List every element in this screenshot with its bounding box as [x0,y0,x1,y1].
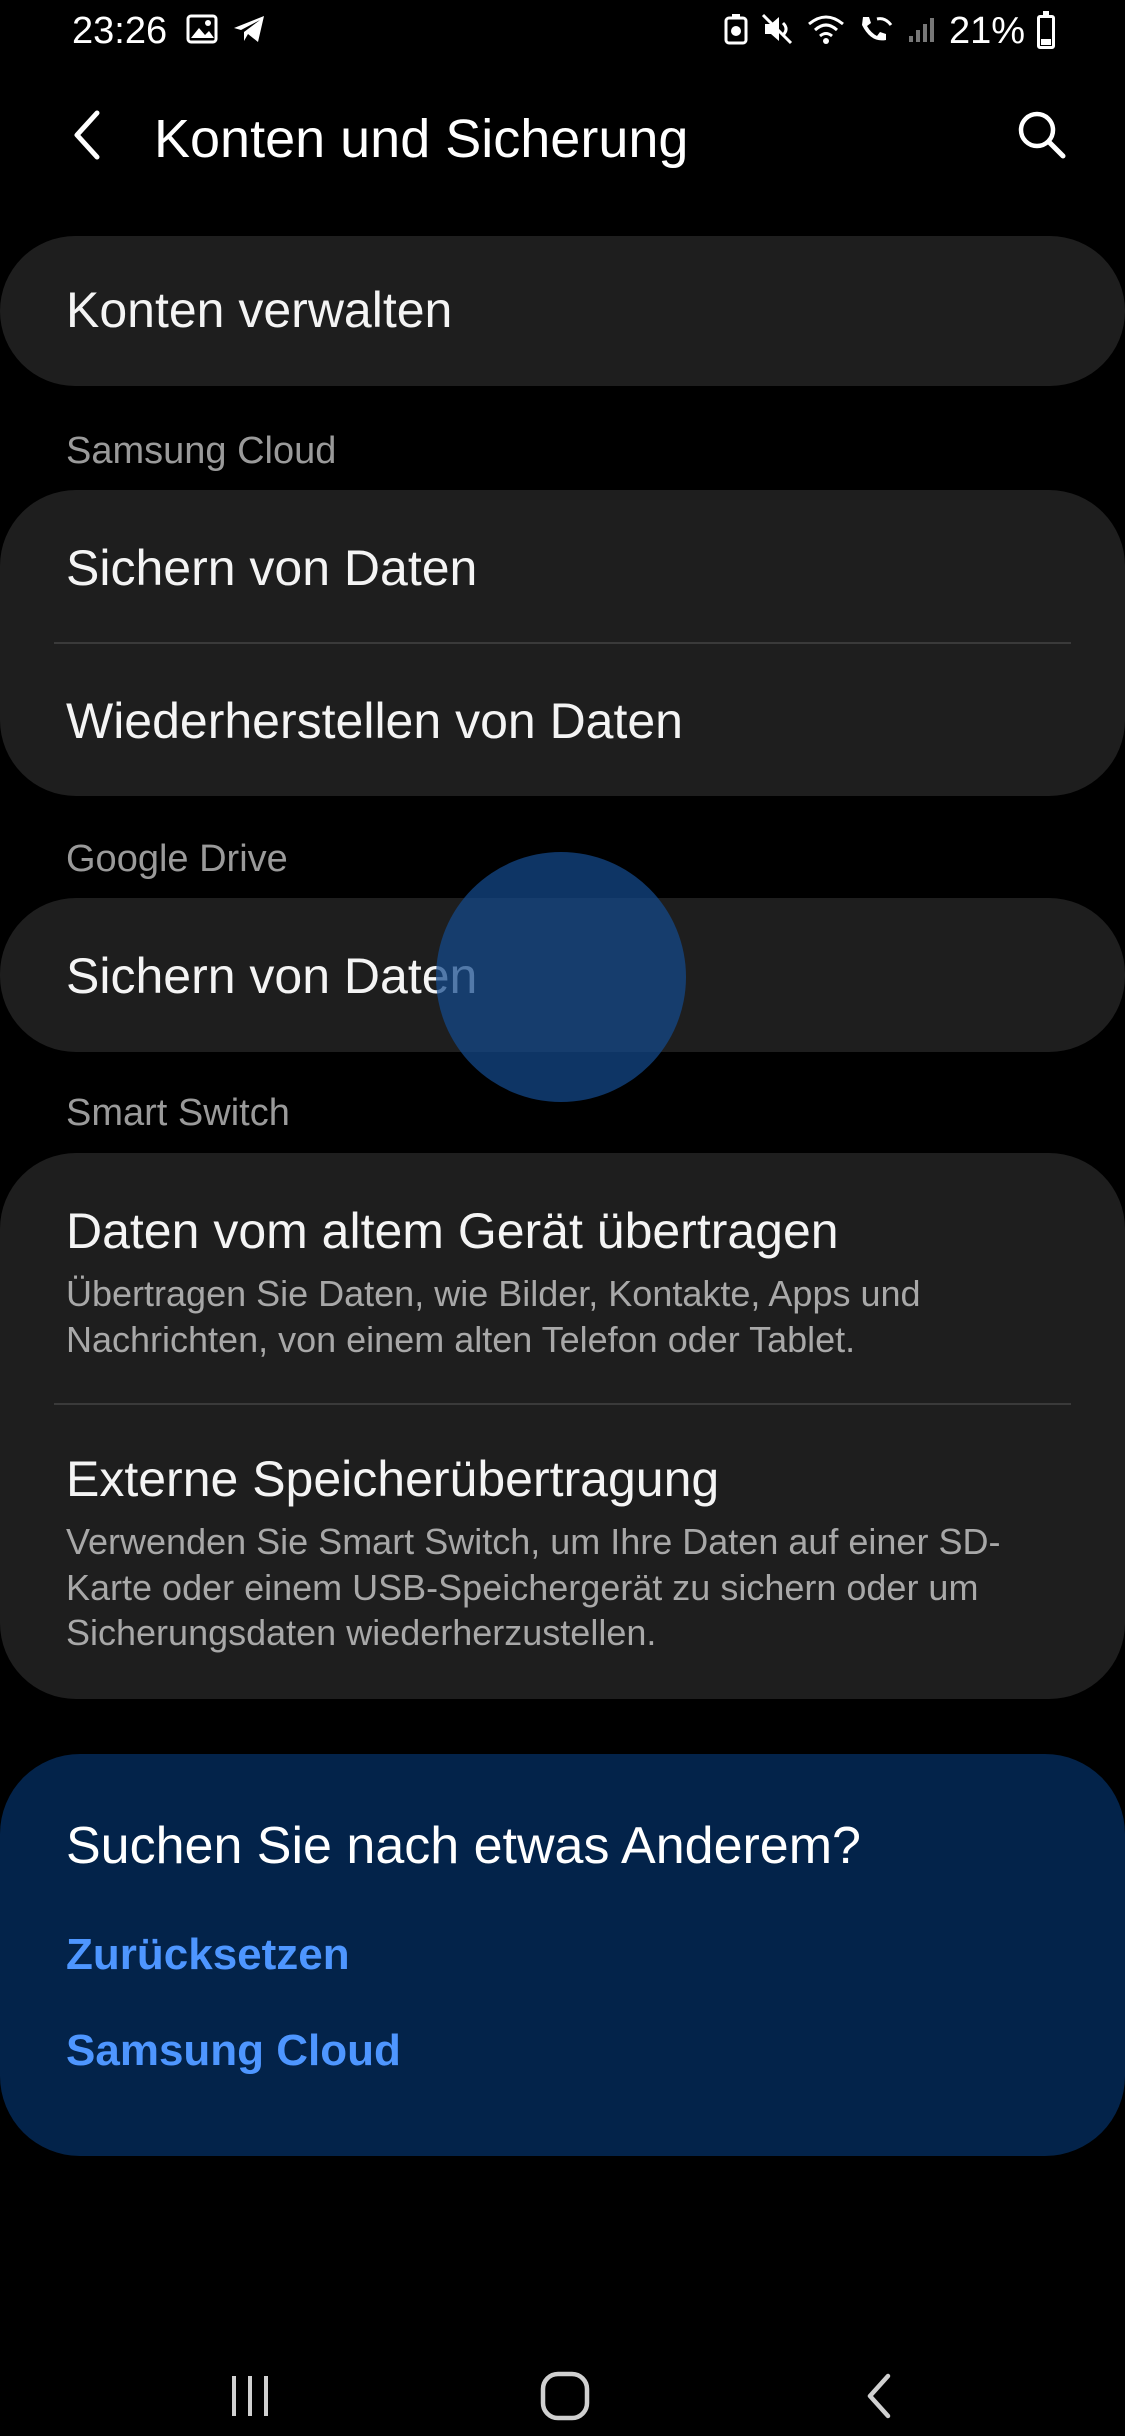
recent-apps-button[interactable] [200,2360,300,2436]
smart-switch-card: Daten vom altem Gerät übertragen Übertra… [0,1153,1125,1699]
page-title: Konten und Sicherung [154,109,689,169]
status-bar: 23:26 21% [0,0,1125,64]
suggestions-card: Suchen Sie nach etwas Anderem? Zurückset… [0,1754,1125,2156]
navigation-bar [0,2360,1125,2436]
section-header-google-drive: Google Drive [66,838,288,880]
external-storage-title: Externe Speicherübertragung [66,1451,720,1507]
chevron-left-icon [67,107,107,168]
status-time: 23:26 [72,10,168,52]
transfer-data-item[interactable]: Daten vom altem Gerät übertragen Übertra… [0,1153,1125,1403]
status-left-icons [186,14,266,49]
google-drive-backup-label: Sichern von Daten [66,948,478,1004]
google-drive-backup-item[interactable]: Sichern von Daten [0,898,1125,1052]
transfer-data-description: Übertragen Sie Daten, wie Bilder, Kontak… [66,1273,921,1360]
suggestion-link-reset[interactable]: Zurücksetzen [66,1930,350,1980]
mute-icon [761,13,795,50]
samsung-cloud-restore-label: Wiederherstellen von Daten [66,693,683,749]
search-icon [1015,108,1069,167]
external-storage-item[interactable]: Externe Speicherübertragung Verwenden Si… [0,1403,1125,1699]
suggestions-title: Suchen Sie nach etwas Anderem? [66,1817,861,1875]
back-button[interactable] [52,102,122,172]
samsung-cloud-backup-item[interactable]: Sichern von Daten [0,490,1125,643]
section-header-smart-switch: Smart Switch [66,1092,290,1134]
section-header-samsung-cloud: Samsung Cloud [66,430,337,472]
samsung-cloud-restore-item[interactable]: Wiederherstellen von Daten [0,643,1125,796]
battery-icon [1037,10,1055,49]
samsung-cloud-card: Sichern von Daten Wiederherstellen von D… [0,490,1125,796]
manage-accounts-item[interactable]: Konten verwalten [0,236,1125,386]
image-icon [186,14,218,49]
transfer-data-title: Daten vom altem Gerät übertragen [66,1203,839,1259]
search-button[interactable] [1007,102,1077,172]
accounts-card: Konten verwalten [0,236,1125,386]
home-button[interactable] [515,2360,615,2436]
signal-icon [907,14,937,49]
nav-back-button[interactable] [830,2360,930,2436]
status-right: 21% [723,10,1055,53]
home-icon [538,2371,592,2426]
telegram-icon [232,14,266,49]
manage-accounts-label: Konten verwalten [66,282,453,338]
battery-percent: 21% [948,10,1025,52]
app-bar: Konten und Sicherung [0,90,1125,190]
suggestion-link-samsung-cloud[interactable]: Samsung Cloud [66,2026,401,2076]
external-storage-description: Verwenden Sie Smart Switch, um Ihre Date… [66,1521,1001,1654]
wifi-icon [807,14,845,49]
google-drive-card: Sichern von Daten [0,898,1125,1052]
recent-apps-icon [225,2372,275,2425]
samsung-cloud-backup-label: Sichern von Daten [66,540,478,596]
back-icon [860,2371,900,2426]
wifi-call-icon [857,13,895,50]
recycle-icon [723,13,749,50]
